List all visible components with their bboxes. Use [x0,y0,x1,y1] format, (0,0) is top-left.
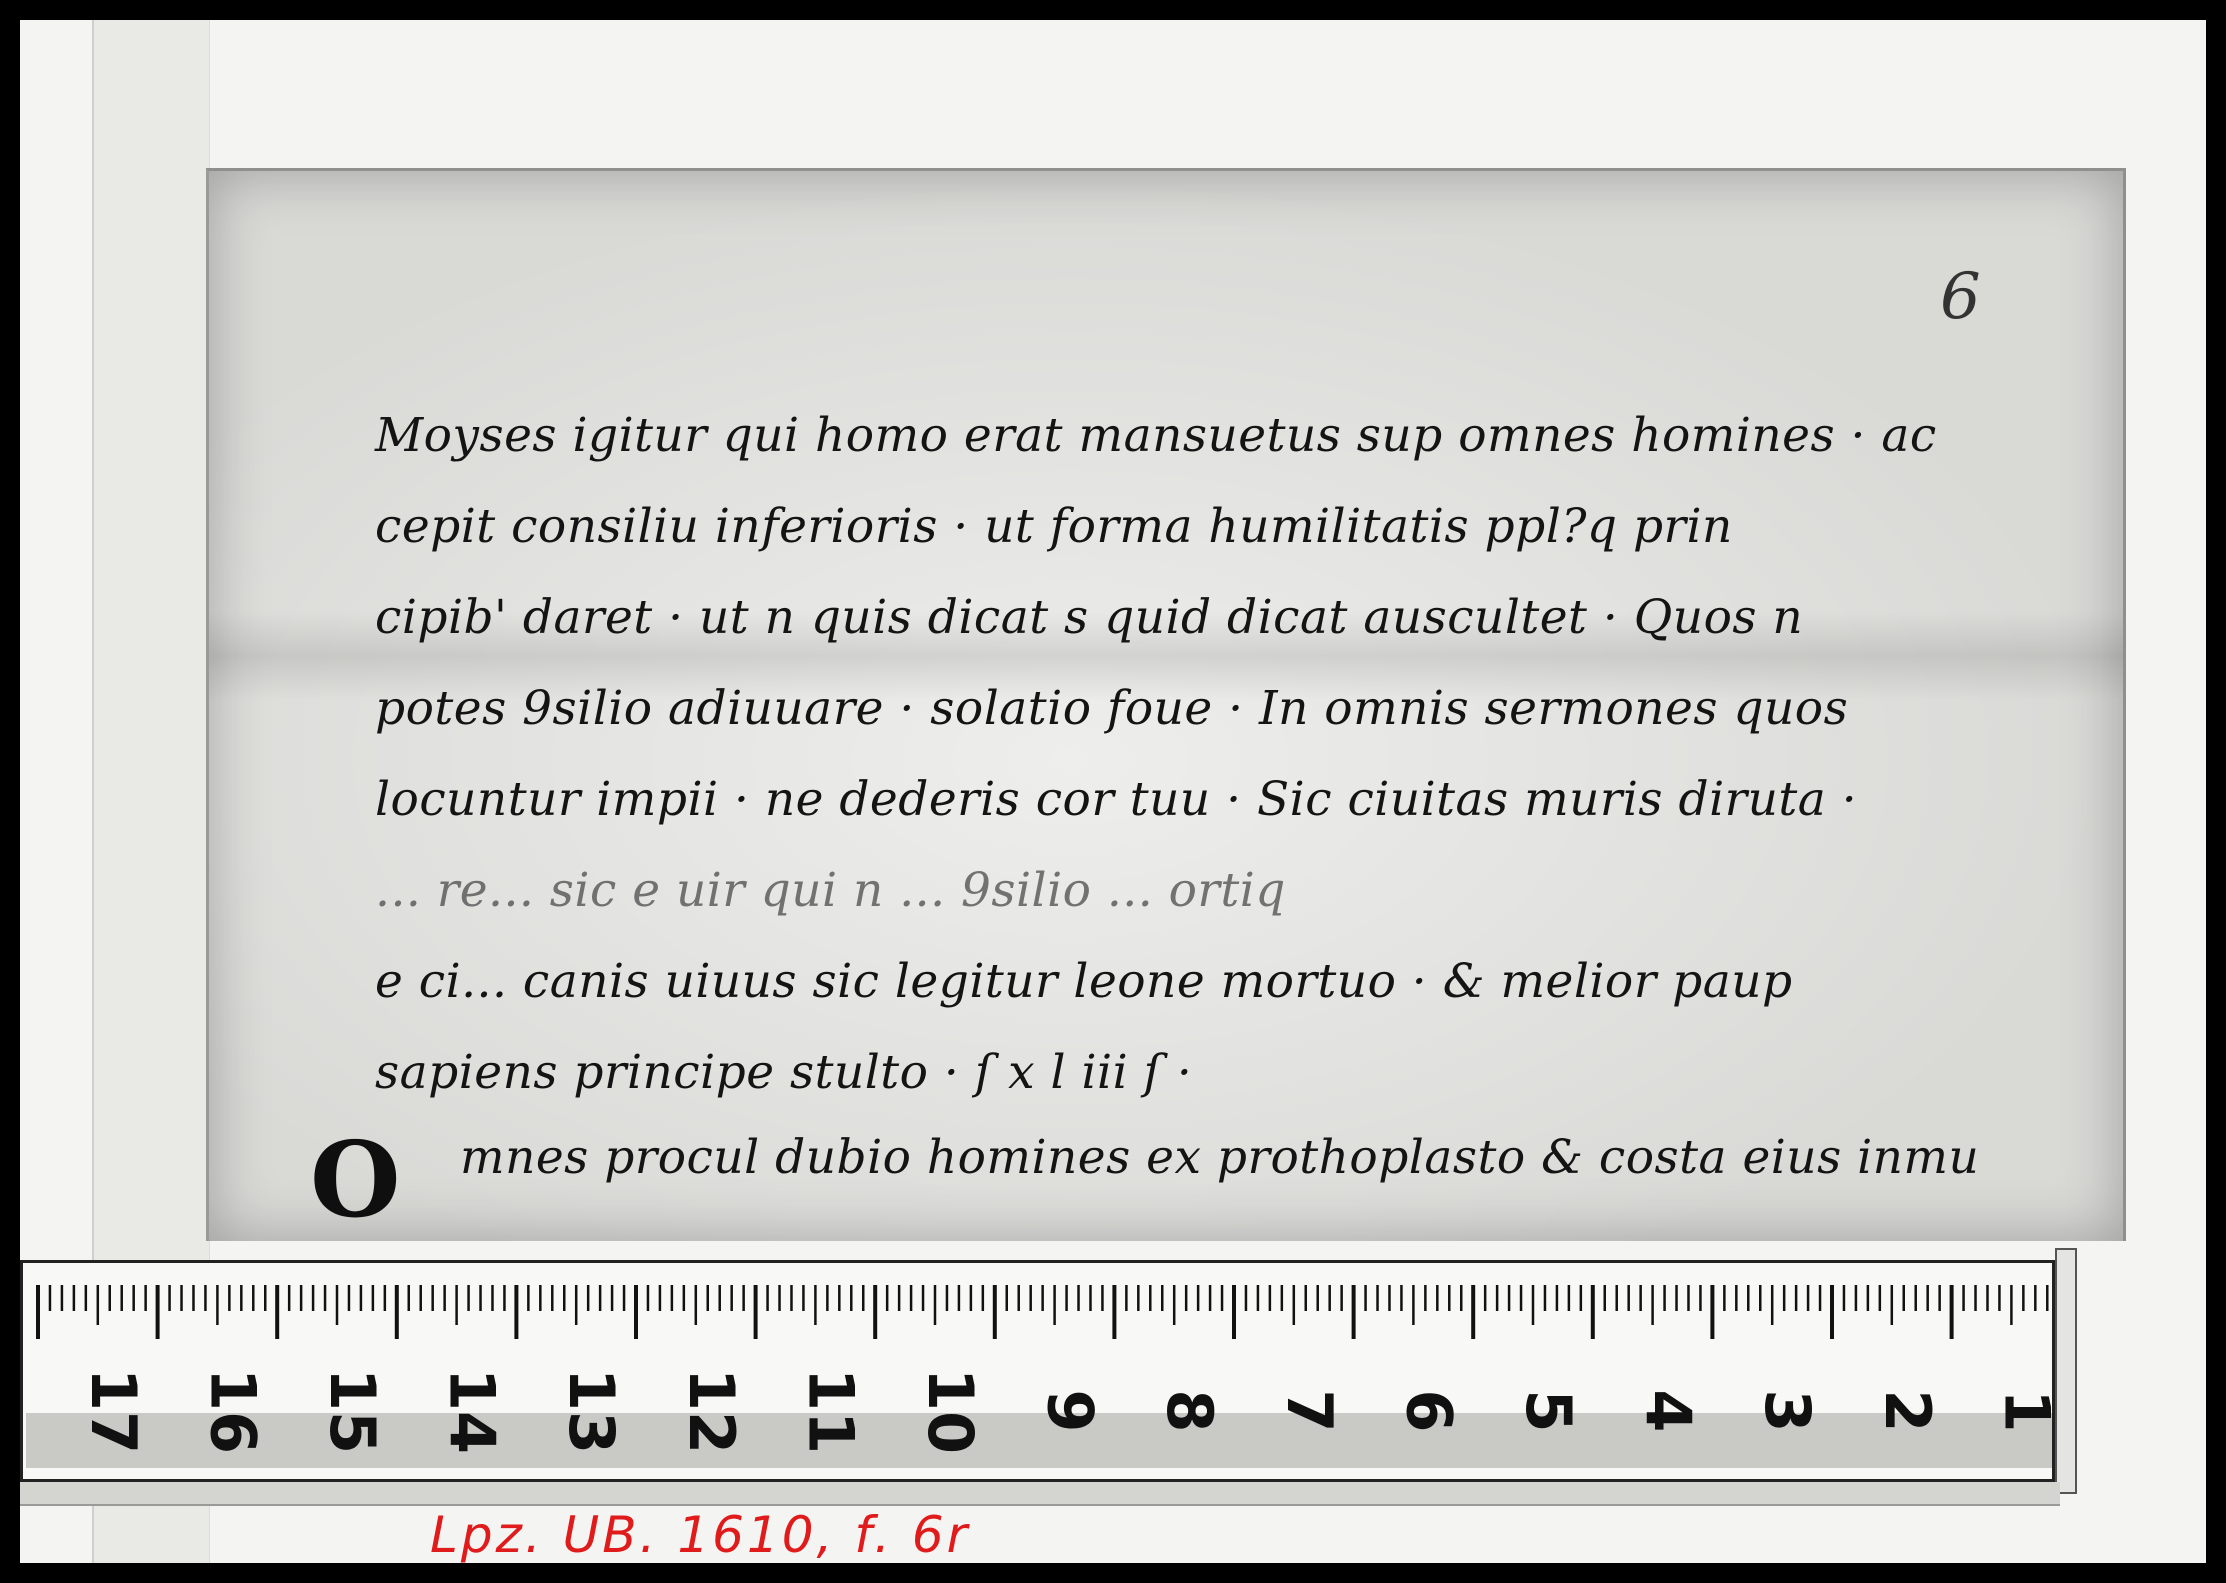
ruler-end-cap [2055,1248,2077,1494]
decorated-initial: O [310,1118,401,1241]
ruler-number: 14 [436,1368,509,1454]
folio-number: 6 [1940,260,1981,334]
ruler-number: 11 [794,1368,867,1454]
ruler-number: 8 [1153,1389,1226,1432]
text-line: ... re... sic e uir qui n ... 9silio ...… [375,863,1286,918]
manuscript-text: Moyses igitur qui homo erat mansuetus su… [375,390,1937,1118]
ruler-scale: 17 16 15 14 13 12 11 10 9 8 7 6 5 4 3 2 1 [26,1285,2058,1468]
ruler-number: 9 [1034,1389,1107,1432]
shelfmark-label: Lpz. UB. 1610, f. 6r [430,1506,971,1563]
ruler-base [20,1482,2060,1506]
text-line: e ci... canis uiuus sic legitur leone mo… [375,954,1793,1009]
text-line: Moyses igitur qui homo erat mansuetus su… [375,408,1937,463]
text-line: cepit consiliu inferioris · ut forma hum… [375,499,1733,554]
text-line: potes 9silio adiuuare · solatio foue · I… [375,681,1849,736]
photo-frame: 6 Moyses igitur qui homo erat mansuetus … [20,20,2206,1563]
text-line: mnes procul dubio homines ex prothoplast… [460,1130,1980,1185]
measuring-ruler: 17 16 15 14 13 12 11 10 9 8 7 6 5 4 3 2 1 [20,1260,2058,1482]
text-line: cipib' daret · ut n quis dicat s quid di… [375,590,1804,645]
ruler-number: 12 [675,1368,748,1454]
ruler-number: 4 [1632,1389,1705,1432]
ruler-number: 7 [1273,1389,1346,1432]
ruler-number: 17 [77,1368,150,1454]
ruler-number: 6 [1392,1389,1465,1432]
ruler-number: 15 [316,1368,389,1454]
ruler-number: 5 [1512,1389,1585,1432]
ruler-number: 16 [196,1368,269,1454]
ruler-number: 1 [1990,1389,2058,1432]
ruler-number: 2 [1871,1389,1944,1432]
ruler-number: 10 [914,1368,987,1454]
text-line: locuntur impii · ne dederis cor tuu · Si… [375,772,1858,827]
ruler-number: 3 [1751,1389,1824,1432]
ruler-number: 13 [555,1368,628,1454]
text-line: sapiens principe stulto · ſ x l iii ſ · [375,1045,1193,1100]
